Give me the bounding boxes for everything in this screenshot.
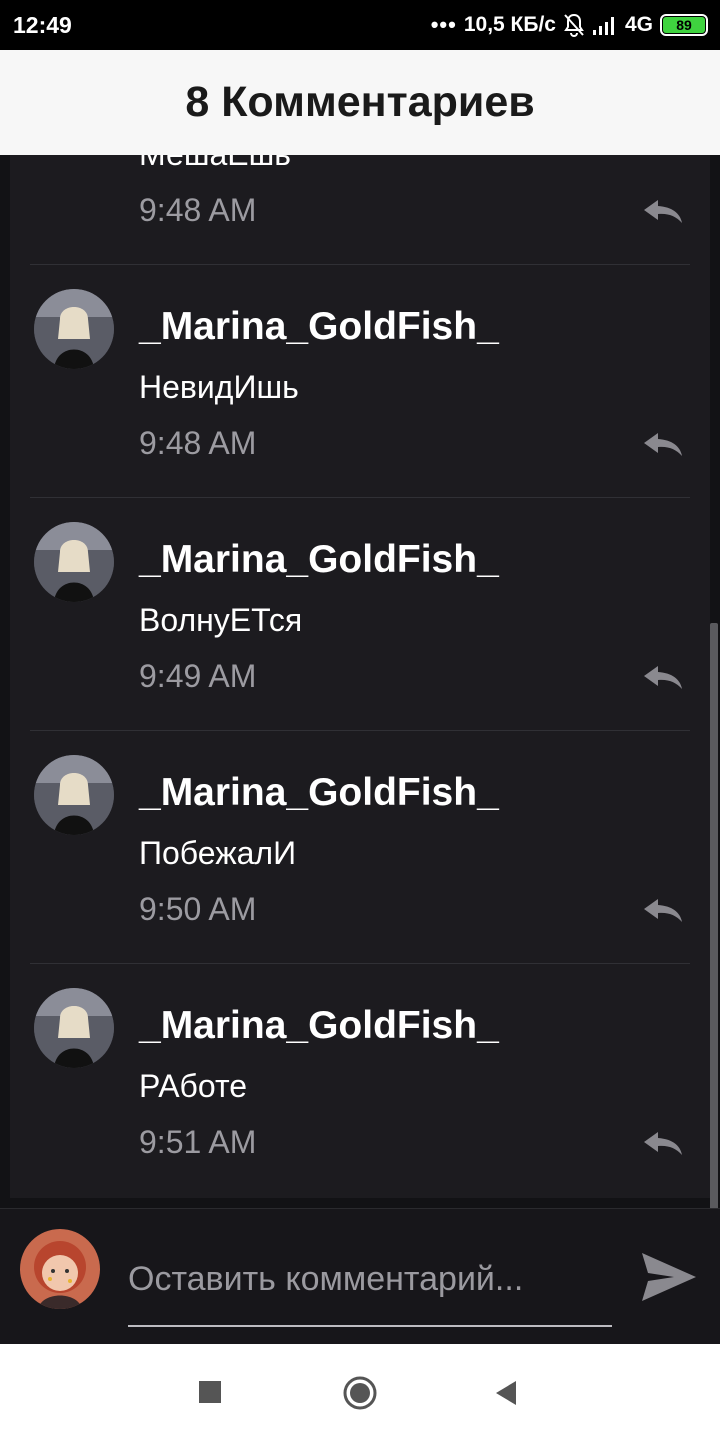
comment-time: 9:48 AM (139, 425, 257, 461)
battery-icon: 89 (660, 14, 708, 36)
comment-time: 9:50 AM (139, 891, 257, 927)
list-item: _Marina_GoldFish_ ПобежалИ 9:50 AM (10, 731, 710, 964)
reply-icon[interactable] (640, 895, 686, 925)
comment-time: 9:49 AM (139, 658, 257, 694)
comment-username[interactable]: _Marina_GoldFish_ (139, 538, 499, 582)
comment-username[interactable]: _Marina_GoldFish_ (139, 305, 499, 349)
list-item: _Marina_GoldFish_ НевидИшь 9:48 AM (10, 265, 710, 498)
current-user-avatar (20, 1229, 100, 1309)
send-icon[interactable] (640, 1251, 698, 1303)
reply-icon[interactable] (640, 429, 686, 459)
comment-input-bar (0, 1208, 720, 1344)
comments-list[interactable]: МешаЕшь 9:48 AM _Marina_GoldFish_ НевидИ… (10, 155, 710, 1198)
avatar[interactable] (34, 755, 114, 835)
comment-text: ВолнуЕТся (139, 602, 303, 638)
comment-text: ПобежалИ (139, 835, 297, 871)
square-icon[interactable] (198, 1380, 222, 1404)
comment-input[interactable] (128, 1247, 612, 1327)
reply-icon[interactable] (640, 662, 686, 692)
circle-icon[interactable] (342, 1375, 378, 1411)
comment-text: РАботе (139, 1068, 248, 1104)
status-indicators: ••• 10,5 КБ/с 4G 89 (431, 11, 708, 39)
status-bar: 12:49 ••• 10,5 КБ/с 4G 89 (0, 0, 720, 50)
reply-icon[interactable] (640, 196, 686, 226)
signal-icon (592, 14, 618, 36)
avatar[interactable] (34, 988, 114, 1068)
battery-level: 89 (663, 17, 705, 33)
status-time: 12:49 (13, 12, 72, 38)
network-speed: 10,5 КБ/с (463, 13, 556, 36)
page-title: 8 Комментариев (185, 78, 535, 126)
list-item: _Marina_GoldFish_ ВолнуЕТся 9:49 AM (10, 498, 710, 731)
comment-text: НевидИшь (139, 369, 299, 405)
triangle-back-icon[interactable] (494, 1380, 518, 1406)
reply-icon[interactable] (640, 1128, 686, 1158)
comment-username[interactable]: _Marina_GoldFish_ (139, 771, 499, 815)
network-type: 4G (624, 13, 653, 36)
comments-header: 8 Комментариев (0, 50, 720, 155)
list-item: МешаЕшь 9:48 AM (10, 155, 710, 265)
comment-time: 9:48 AM (139, 192, 257, 228)
list-item: _Marina_GoldFish_ РАботе 9:51 AM (10, 964, 710, 1197)
avatar[interactable] (34, 289, 114, 369)
muted-bell-icon (563, 13, 585, 37)
system-nav-bar (0, 1344, 720, 1440)
more-notifications-icon: ••• (430, 12, 457, 37)
comment-text: МешаЕшь (139, 155, 291, 173)
avatar[interactable] (34, 522, 114, 602)
scrollbar[interactable] (710, 623, 718, 1210)
comment-username[interactable]: _Marina_GoldFish_ (139, 1004, 499, 1048)
comment-time: 9:51 AM (139, 1124, 257, 1160)
